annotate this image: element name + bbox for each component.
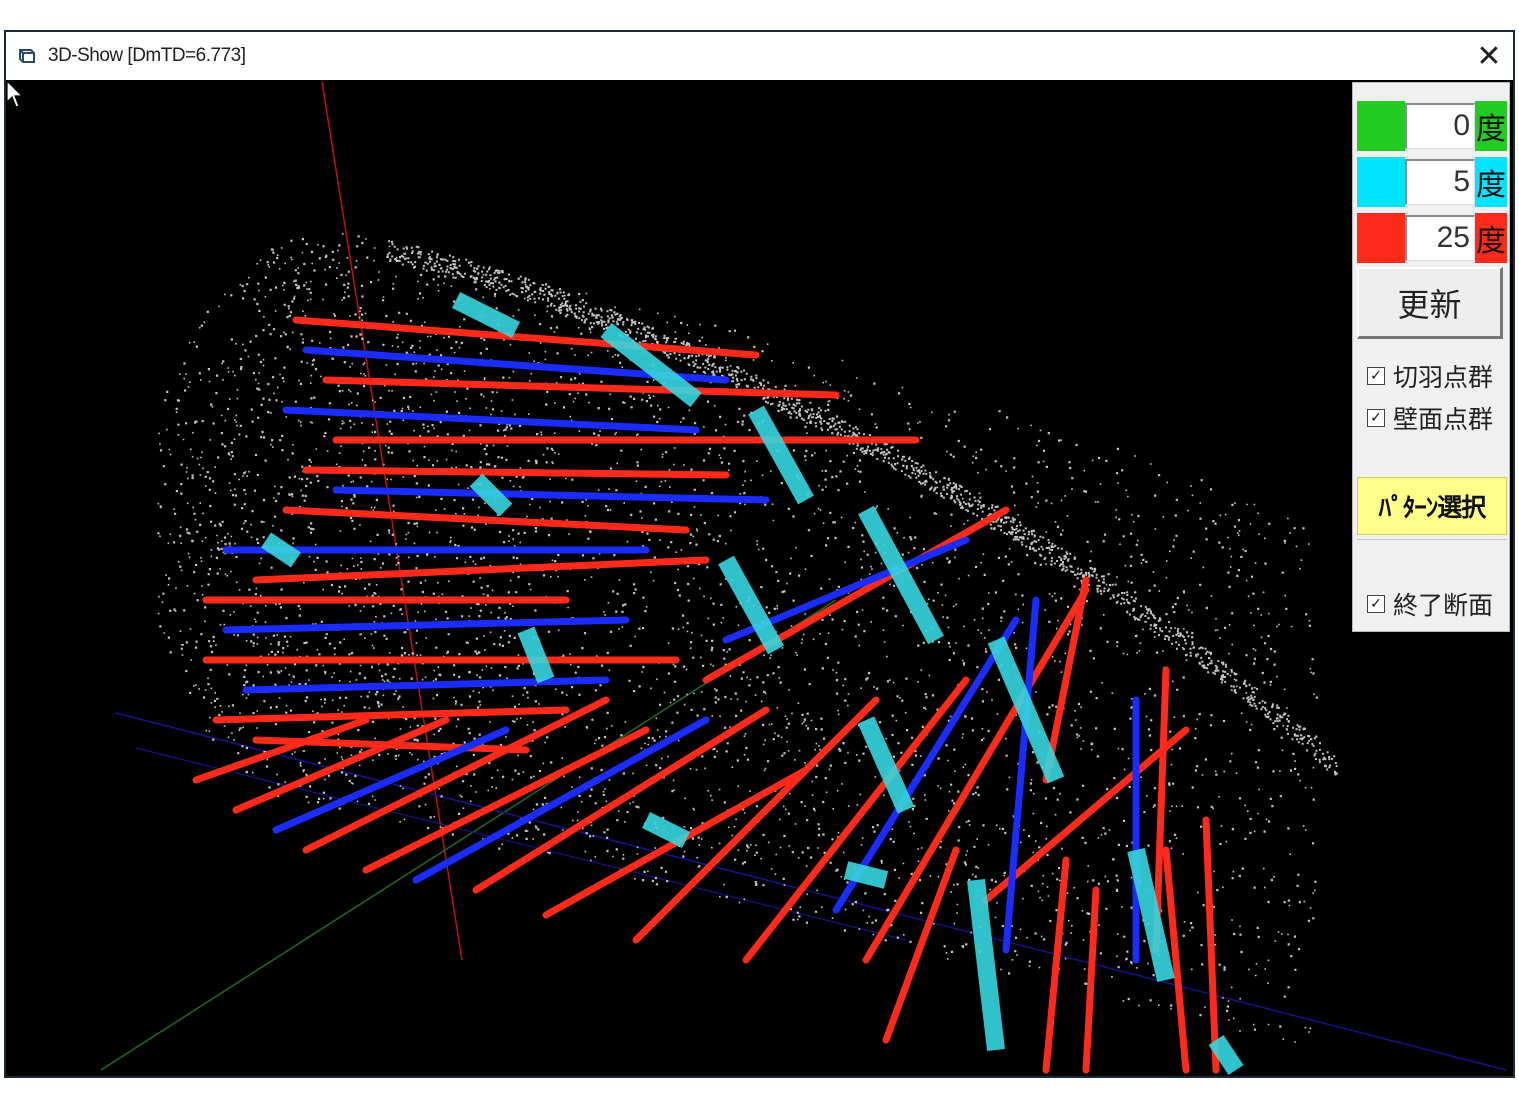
blue-bolt-line: [222, 616, 630, 634]
angle-row-green: 0 度: [1357, 101, 1507, 151]
checkbox-icon[interactable]: ✓: [1367, 409, 1385, 427]
red-bolt-line: [212, 706, 570, 724]
app-icon: [16, 45, 38, 67]
blue-bolt-line: [242, 676, 610, 694]
degree-label-cyan: 度: [1475, 157, 1507, 207]
point-cloud-scene[interactable]: [6, 80, 1513, 1076]
blue-bolt-line: [282, 406, 700, 434]
angle-input-green[interactable]: 0: [1405, 103, 1475, 149]
shotcrete-segment: [843, 861, 889, 889]
mouse-cursor-icon: [6, 80, 24, 108]
face-points-label: 切羽点群: [1393, 363, 1494, 392]
face-points-checkbox-row[interactable]: ✓ 切羽点群: [1367, 359, 1507, 393]
pattern-select-button[interactable]: ﾊﾟﾀｰﾝ選択: [1357, 477, 1507, 535]
angle-row-cyan: 5 度: [1357, 157, 1507, 207]
shotcrete-segment: [748, 405, 814, 505]
checkbox-icon[interactable]: ✓: [1367, 367, 1385, 385]
angle-input-cyan[interactable]: 5: [1405, 159, 1475, 205]
red-swatch[interactable]: [1357, 213, 1405, 263]
red-bolt-line: [1082, 886, 1100, 1074]
red-bolt-line: [1202, 816, 1220, 1074]
close-button[interactable]: ✕: [1465, 32, 1513, 80]
wall-points-label: 壁面点群: [1393, 405, 1494, 434]
degree-label-red: 度: [1475, 213, 1507, 263]
shotcrete-segment: [451, 291, 521, 339]
shotcrete-segment: [967, 878, 1005, 1052]
checkbox-icon[interactable]: ✓: [1367, 595, 1385, 613]
end-section-label: 終了断面: [1393, 591, 1494, 620]
shotcrete-segment: [517, 626, 555, 684]
red-bolt-line: [1042, 856, 1070, 1074]
end-section-checkbox-row[interactable]: ✓ 終了断面: [1367, 587, 1507, 621]
angle-input-red[interactable]: 25: [1405, 215, 1475, 261]
red-bolt-line: [282, 506, 690, 534]
blue-bolt-line: [412, 716, 710, 884]
3d-viewport[interactable]: [6, 80, 1513, 1076]
cyan-swatch[interactable]: [1357, 157, 1405, 207]
title-bar[interactable]: 3D-Show [DmTD=6.773] ✕: [6, 32, 1513, 81]
degree-label-green: 度: [1475, 101, 1507, 151]
app-window: 3D-Show [DmTD=6.773] ✕ 0 度 5 度 25 度 更新 ✓…: [4, 30, 1515, 1078]
red-bolt-line: [302, 466, 730, 479]
shotcrete-segment: [641, 811, 691, 849]
panel-divider: [1357, 539, 1507, 540]
green-swatch[interactable]: [1357, 101, 1405, 151]
control-panel: 0 度 5 度 25 度 更新 ✓ 切羽点群 ✓ 壁面点群 ﾊﾟﾀｰﾝ選択 ✓ …: [1352, 82, 1510, 632]
shotcrete-segment: [469, 473, 513, 517]
red-bolt-line: [882, 846, 960, 1044]
blue-bolt-line: [332, 486, 770, 504]
angle-row-red: 25 度: [1357, 213, 1507, 263]
update-button[interactable]: 更新: [1357, 267, 1503, 339]
window-title: 3D-Show [DmTD=6.773]: [48, 45, 246, 66]
red-bolt-line: [252, 556, 710, 584]
shotcrete-segment: [261, 532, 301, 568]
wall-points-checkbox-row[interactable]: ✓ 壁面点群: [1367, 401, 1507, 435]
